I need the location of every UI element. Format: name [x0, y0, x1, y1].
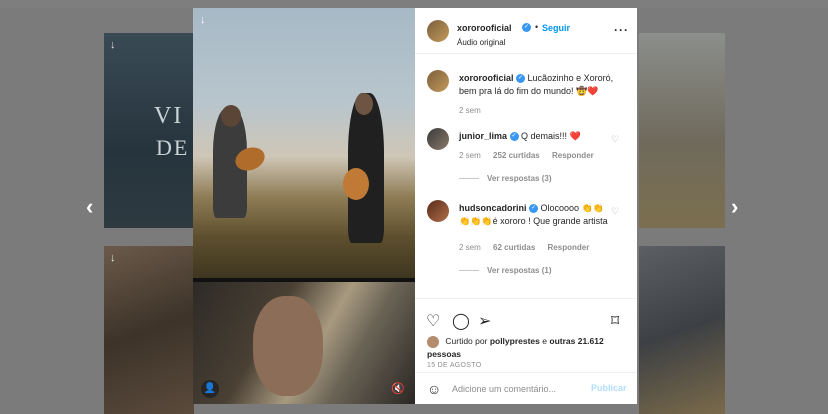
post-date[interactable]: 15 DE AGOSTO — [427, 362, 481, 369]
liked-by: Curtido por pollyprestes e outras 21.612… — [427, 335, 627, 360]
tile-text: DE — [156, 135, 190, 160]
background-post-tile[interactable]: ↓ VI DE — [104, 33, 194, 228]
view-replies-button[interactable]: Ver respostas (3) — [459, 174, 551, 183]
comment-item: hudsoncadorini ✓ Olocoooo 👏👏👏👏👏é xororo … — [415, 200, 637, 280]
post-caption: xororooficial ✓ Lucãozinho e Xororó, bem… — [415, 70, 637, 120]
liked-by-user[interactable]: pollyprestes — [490, 336, 540, 346]
caption-meta: 2 sem — [459, 106, 491, 115]
person-head — [355, 93, 373, 115]
avatar[interactable] — [427, 335, 439, 348]
save-icon[interactable]: ⌑ — [611, 311, 619, 331]
comment-meta: 2 sem 62 curtidas Responder — [459, 243, 599, 252]
liked-by-and: e — [542, 336, 547, 346]
person-face — [253, 296, 323, 396]
comment-username[interactable]: junior_lima — [459, 131, 507, 141]
background-post-tile[interactable] — [639, 246, 725, 414]
post-comment-button[interactable]: Publicar — [591, 383, 627, 393]
user-tag-icon[interactable]: 👤 — [201, 380, 219, 398]
post-username[interactable]: xororooficial — [457, 23, 512, 33]
reply-button[interactable]: Responder — [552, 151, 594, 160]
follow-button[interactable]: Seguir — [542, 23, 570, 33]
add-comment-bar: ☺ Publicar — [415, 372, 637, 404]
background-post-tile[interactable]: ↓ — [104, 246, 194, 414]
emoji-icon[interactable]: ☺ — [427, 381, 441, 397]
comment-meta: 2 sem 252 curtidas Responder — [459, 151, 604, 160]
person-head — [221, 105, 241, 127]
post-image-guitarists — [193, 8, 415, 278]
separator-dot: • — [535, 22, 539, 32]
comment-time[interactable]: 2 sem — [459, 243, 481, 252]
liked-by-prefix: Curtido por — [445, 336, 488, 346]
heart-icon[interactable]: ♡ — [611, 134, 619, 145]
post-side-panel: xororooficial ✓ • Seguir Áudio original … — [415, 8, 637, 404]
reply-button[interactable]: Responder — [548, 243, 590, 252]
background-post-tile[interactable] — [639, 33, 725, 228]
verified-badge-icon: ✓ — [516, 74, 526, 84]
post-header: xororooficial ✓ • Seguir Áudio original … — [415, 8, 637, 54]
comment-username[interactable]: hudsoncadorini — [459, 203, 527, 213]
audio-label[interactable]: Áudio original — [457, 38, 505, 47]
comment-text: Q demais!!! ❤️ — [521, 131, 581, 141]
top-nav-bar-dimmed — [0, 0, 828, 8]
comment-time[interactable]: 2 sem — [459, 151, 481, 160]
comment-input[interactable] — [452, 382, 582, 396]
avatar[interactable] — [427, 20, 449, 42]
comment-item: junior_lima ✓ Q demais!!! ❤️ ♡ 2 sem 252… — [415, 128, 637, 188]
share-icon[interactable]: ➢ — [478, 311, 491, 331]
download-arrow-icon[interactable]: ↓ — [200, 14, 206, 26]
post-media[interactable]: ↓ 👤 🔇 — [193, 8, 415, 404]
avatar[interactable] — [427, 128, 449, 150]
avatar[interactable] — [427, 70, 449, 92]
caption-username[interactable]: xororooficial — [459, 73, 514, 83]
view-replies-button[interactable]: Ver respostas (1) — [459, 266, 551, 275]
download-arrow-icon: ↓ — [110, 39, 116, 51]
download-arrow-icon: ↓ — [110, 252, 116, 264]
comment-icon[interactable]: ◯ — [452, 311, 470, 331]
guitar-shape — [343, 168, 369, 200]
caption-time[interactable]: 2 sem — [459, 106, 481, 115]
chevron-left-icon[interactable]: ‹ — [86, 196, 93, 218]
tile-text: VI — [154, 103, 184, 129]
verified-badge-icon: ✓ — [522, 23, 531, 32]
heart-icon[interactable]: ♡ — [426, 311, 440, 331]
verified-badge-icon: ✓ — [529, 204, 539, 214]
avatar[interactable] — [427, 200, 449, 222]
more-options-icon[interactable]: ··· — [614, 23, 629, 37]
comment-likes[interactable]: 62 curtidas — [493, 243, 535, 252]
heart-icon[interactable]: ♡ — [611, 206, 619, 217]
mute-icon[interactable]: 🔇 — [389, 380, 407, 398]
verified-badge-icon: ✓ — [509, 132, 519, 142]
chevron-right-icon[interactable]: › — [731, 196, 738, 218]
comment-likes[interactable]: 252 curtidas — [493, 151, 540, 160]
